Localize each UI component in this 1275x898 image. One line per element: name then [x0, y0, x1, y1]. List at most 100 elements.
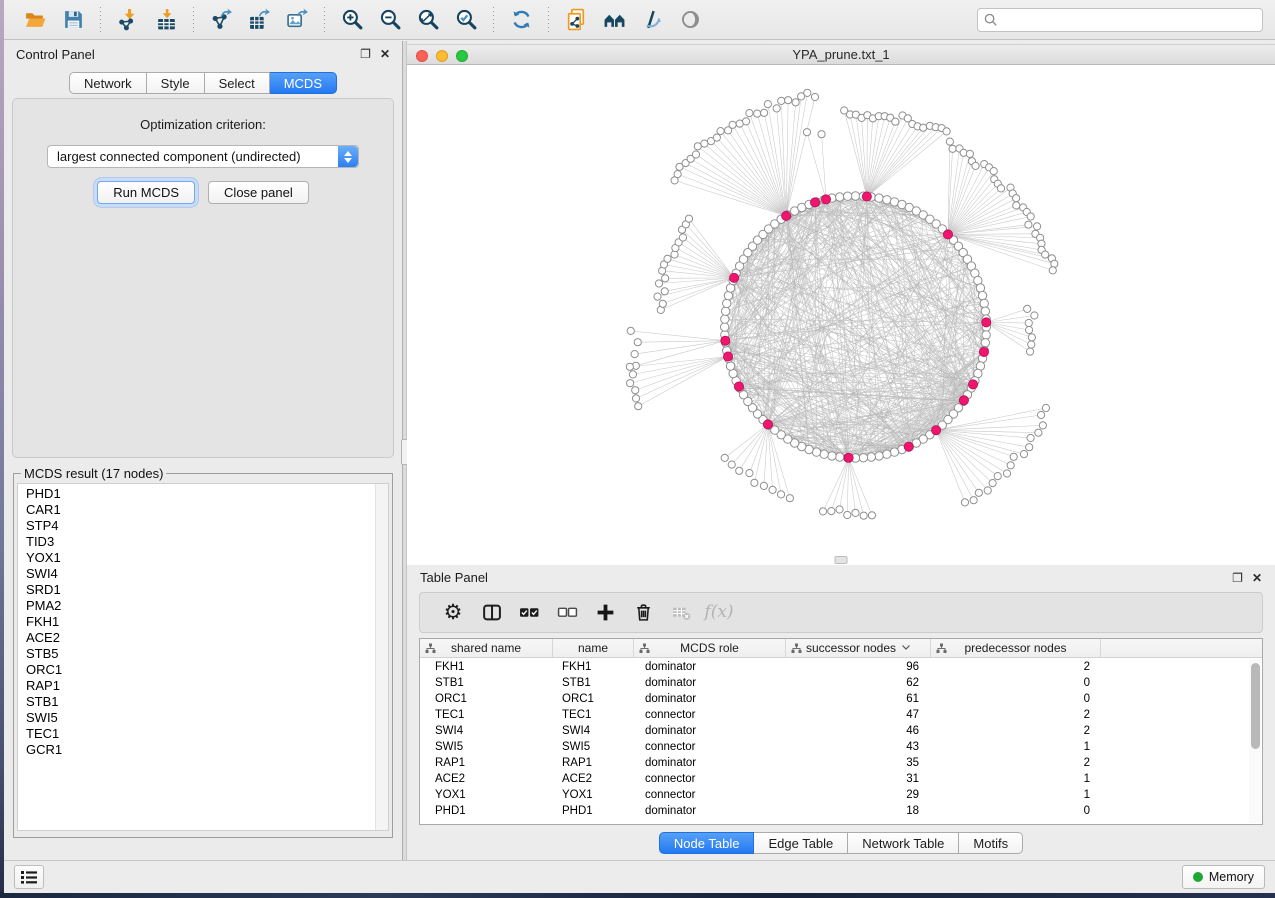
table-row[interactable]: YOX1YOX1connector291: [420, 787, 1248, 803]
table-cell[interactable]: 47: [786, 709, 931, 721]
table-cell[interactable]: connector: [634, 789, 786, 801]
zoom-out-icon[interactable]: [375, 5, 405, 35]
first-neighbors-icon[interactable]: [599, 5, 629, 35]
minimize-window-icon[interactable]: [436, 50, 448, 62]
list-scrollbar[interactable]: [375, 484, 388, 830]
column-header-predecessor-nodes[interactable]: predecessor nodes: [931, 639, 1101, 657]
close-panel-button[interactable]: Close panel: [208, 181, 309, 204]
table-cell[interactable]: dominator: [634, 805, 786, 817]
table-scrollbar-thumb[interactable]: [1251, 663, 1260, 749]
table-cell[interactable]: 2: [931, 757, 1101, 769]
hide-graphics-details-icon[interactable]: [637, 5, 667, 35]
mcds-result-item[interactable]: ORC1: [18, 662, 388, 678]
column-header-successor-nodes[interactable]: successor nodes: [786, 639, 931, 657]
table-cell[interactable]: 2: [931, 725, 1101, 737]
table-cell[interactable]: dominator: [634, 693, 786, 705]
table-cell[interactable]: 2: [931, 661, 1101, 673]
table-cell[interactable]: 0: [931, 805, 1101, 817]
create-column-icon[interactable]: [586, 597, 624, 627]
open-file-icon[interactable]: [20, 5, 50, 35]
maximize-window-icon[interactable]: [456, 50, 468, 62]
mcds-result-item[interactable]: PMA2: [18, 598, 388, 614]
table-cell[interactable]: STB1: [553, 677, 634, 689]
table-row[interactable]: FKH1FKH1dominator962: [420, 659, 1248, 675]
table-row[interactable]: SWI4SWI4dominator462: [420, 723, 1248, 739]
table-cell[interactable]: dominator: [634, 725, 786, 737]
table-cell[interactable]: TEC1: [420, 709, 553, 721]
table-row[interactable]: RAP1RAP1dominator352: [420, 755, 1248, 771]
table-row[interactable]: ORC1ORC1dominator610: [420, 691, 1248, 707]
table-cell[interactable]: connector: [634, 741, 786, 753]
tab-network-table[interactable]: Network Table: [848, 832, 959, 854]
run-mcds-button[interactable]: Run MCDS: [97, 181, 195, 204]
table-cell[interactable]: PHD1: [553, 805, 634, 817]
table-cell[interactable]: FKH1: [420, 661, 553, 673]
table-cell[interactable]: 2: [931, 709, 1101, 721]
mcds-result-item[interactable]: TEC1: [18, 726, 388, 742]
share-network-file-icon[interactable]: [561, 5, 591, 35]
export-network-icon[interactable]: [206, 5, 236, 35]
search-field[interactable]: [977, 8, 1263, 32]
refresh-icon[interactable]: [506, 5, 536, 35]
horizontal-splitter-grip[interactable]: [835, 556, 848, 564]
table-cell[interactable]: YOX1: [420, 789, 553, 801]
zoom-fit-icon[interactable]: [413, 5, 443, 35]
mcds-result-item[interactable]: SRD1: [18, 582, 388, 598]
select-all-columns-icon[interactable]: [510, 597, 548, 627]
optimization-criterion-select[interactable]: largest connected component (undirected): [47, 145, 359, 168]
table-cell[interactable]: 18: [786, 805, 931, 817]
mcds-result-item[interactable]: CAR1: [18, 502, 388, 518]
table-cell[interactable]: SWI5: [553, 741, 634, 753]
table-cell[interactable]: RAP1: [420, 757, 553, 769]
tab-style[interactable]: Style: [147, 72, 205, 94]
table-scrollbar[interactable]: [1249, 659, 1261, 823]
import-table-icon[interactable]: [151, 5, 181, 35]
export-image-icon[interactable]: [282, 5, 312, 35]
table-cell[interactable]: 46: [786, 725, 931, 737]
tab-network[interactable]: Network: [69, 72, 147, 94]
mcds-result-item[interactable]: FKH1: [18, 614, 388, 630]
mcds-result-item[interactable]: ACE2: [18, 630, 388, 646]
table-settings-icon[interactable]: ⚙: [434, 597, 472, 627]
table-row[interactable]: PHD1PHD1dominator180: [420, 803, 1248, 819]
network-canvas[interactable]: [407, 65, 1275, 565]
mcds-result-item[interactable]: RAP1: [18, 678, 388, 694]
table-cell[interactable]: STB1: [420, 677, 553, 689]
mcds-result-item[interactable]: YOX1: [18, 550, 388, 566]
table-cell[interactable]: dominator: [634, 661, 786, 673]
table-cell[interactable]: SWI4: [553, 725, 634, 737]
table-cell[interactable]: FKH1: [553, 661, 634, 673]
table-cell[interactable]: 62: [786, 677, 931, 689]
column-header-name[interactable]: name: [553, 639, 634, 657]
zoom-in-icon[interactable]: [337, 5, 367, 35]
task-history-button[interactable]: [14, 865, 44, 889]
table-cell[interactable]: ORC1: [553, 693, 634, 705]
table-cell[interactable]: 1: [931, 773, 1101, 785]
save-session-icon[interactable]: [58, 5, 88, 35]
table-row[interactable]: ACE2ACE2connector311: [420, 771, 1248, 787]
table-cell[interactable]: 31: [786, 773, 931, 785]
table-cell[interactable]: 43: [786, 741, 931, 753]
column-header-mcds-role[interactable]: MCDS role: [634, 639, 786, 657]
table-cell[interactable]: ACE2: [420, 773, 553, 785]
mcds-result-item[interactable]: STB1: [18, 694, 388, 710]
table-cell[interactable]: 61: [786, 693, 931, 705]
table-cell[interactable]: RAP1: [553, 757, 634, 769]
table-row[interactable]: TEC1TEC1connector472: [420, 707, 1248, 723]
delete-columns-icon[interactable]: [624, 597, 662, 627]
show-column-panel-icon[interactable]: [472, 597, 510, 627]
mcds-result-item[interactable]: TID3: [18, 534, 388, 550]
table-cell[interactable]: 0: [931, 677, 1101, 689]
tab-mcds[interactable]: MCDS: [270, 72, 337, 94]
mcds-result-item[interactable]: SWI4: [18, 566, 388, 582]
zoom-selected-icon[interactable]: [451, 5, 481, 35]
float-panel-icon[interactable]: ❐: [360, 48, 371, 60]
table-cell[interactable]: connector: [634, 709, 786, 721]
table-cell[interactable]: 35: [786, 757, 931, 769]
import-network-icon[interactable]: [113, 5, 143, 35]
close-table-panel-icon[interactable]: ✕: [1252, 572, 1262, 584]
table-cell[interactable]: connector: [634, 773, 786, 785]
export-table-icon[interactable]: [244, 5, 274, 35]
table-cell[interactable]: dominator: [634, 757, 786, 769]
memory-button[interactable]: Memory: [1182, 865, 1265, 889]
